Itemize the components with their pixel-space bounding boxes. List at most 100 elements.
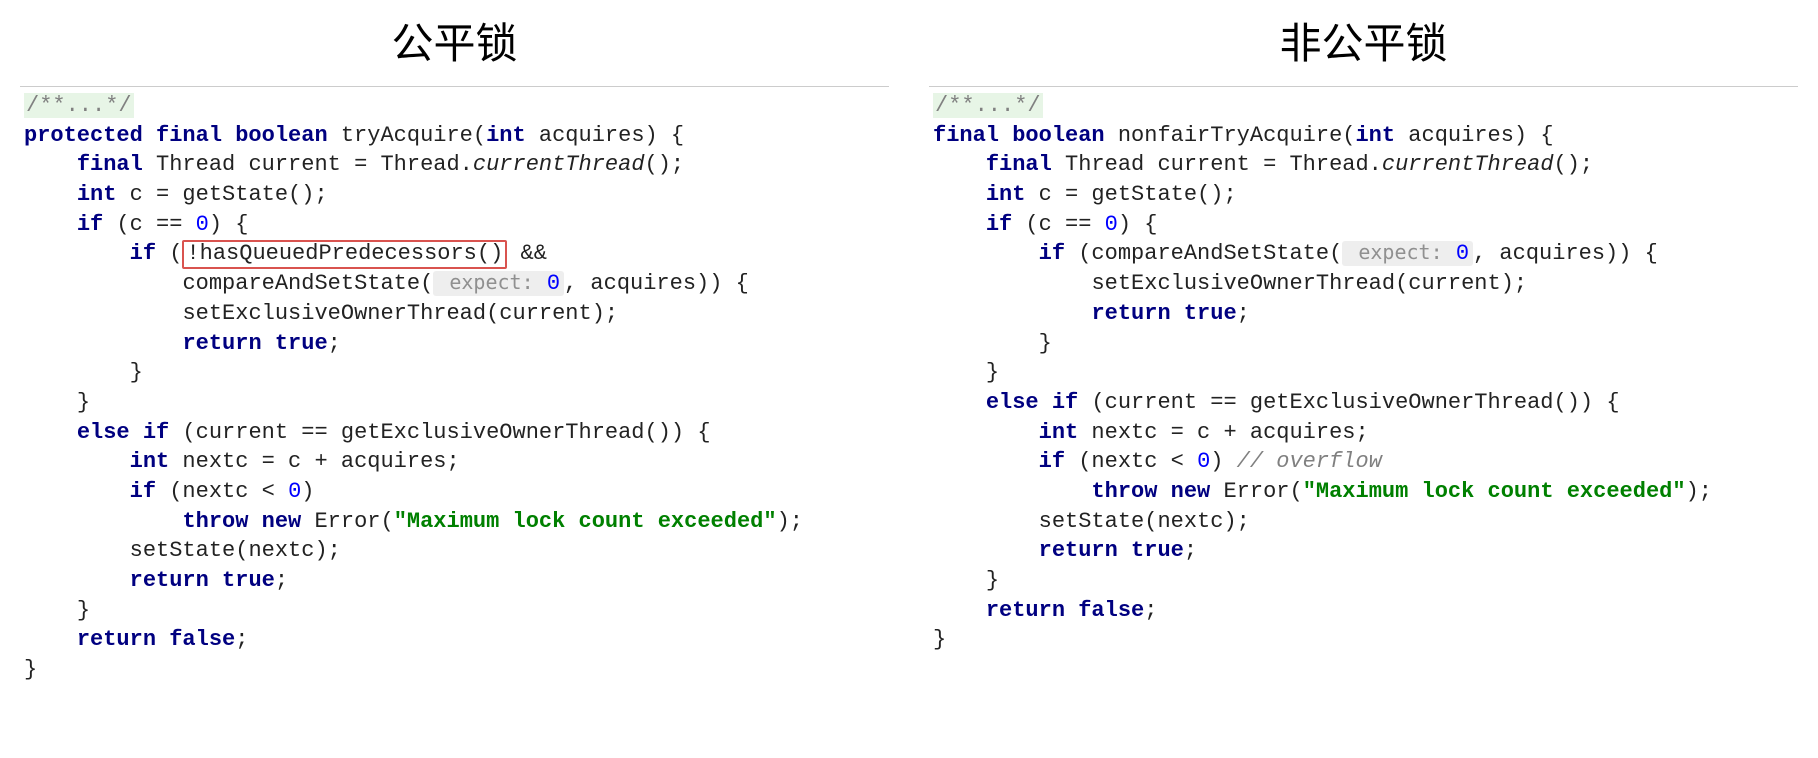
kw-new: new [262, 509, 302, 534]
kw-int: int [77, 182, 117, 207]
kw-else-if: else if [77, 420, 169, 445]
brace-close: } [933, 627, 946, 652]
semi: ; [1144, 598, 1157, 623]
kw-throw: throw [182, 509, 248, 534]
nonfair-lock-code: /**...*/ final boolean nonfairTryAcquire… [929, 87, 1798, 655]
error-msg: "Maximum lock count exceeded" [394, 509, 777, 534]
kw-new: new [1171, 479, 1211, 504]
kw-return3: return [986, 598, 1065, 623]
fair-lock-title: 公平锁 [20, 10, 889, 71]
kw-int2: int [1039, 420, 1079, 445]
kw-final: final [986, 152, 1052, 177]
doc-comment: /**...*/ [933, 93, 1043, 118]
comparison-container: 公平锁 /**...*/ protected final boolean try… [0, 0, 1818, 715]
kw-else-if: else if [986, 390, 1078, 415]
fair-lock-code-block: /**...*/ protected final boolean tryAcqu… [20, 86, 889, 685]
kw-if3: if [1039, 449, 1065, 474]
if2-open: ( [156, 241, 182, 266]
error-close: ); [1686, 479, 1712, 504]
kw-return2: return [1039, 538, 1118, 563]
param-name: acquires) { [526, 123, 684, 148]
kw-if2: if [1039, 241, 1065, 266]
brace-close: } [1039, 331, 1052, 356]
if-cond-open: (c == [1012, 212, 1104, 237]
doc-comment: /**...*/ [24, 93, 134, 118]
else-if-cond: (current == getExclusiveOwnerThread()) { [1078, 390, 1619, 415]
else-if-cond: (current == getExclusiveOwnerThread()) { [169, 420, 710, 445]
if-cond-close: ) { [1118, 212, 1158, 237]
kw-true: true [1184, 301, 1237, 326]
method-modifiers: protected final boolean [24, 123, 328, 148]
if3-open: (nextc < [156, 479, 288, 504]
error-call: Error( [301, 509, 393, 534]
brace-close: } [77, 390, 90, 415]
semi: ; [1237, 301, 1250, 326]
setstate: setState(nextc); [1039, 509, 1250, 534]
nonfair-lock-panel: 非公平锁 /**...*/ final boolean nonfairTryAc… [909, 10, 1818, 715]
set-owner: setExclusiveOwnerThread(current); [1091, 271, 1527, 296]
cas-call: compareAndSetState( [182, 271, 433, 296]
method-name: tryAcquire( [341, 123, 486, 148]
param-hint: expect: 0 [1342, 241, 1473, 266]
brace-close: } [986, 360, 999, 385]
and-op: && [507, 241, 547, 266]
nonfair-lock-code-block: /**...*/ final boolean nonfairTryAcquire… [929, 86, 1798, 655]
kw-if: if [77, 212, 103, 237]
kw-if: if [986, 212, 1012, 237]
nonfair-lock-title: 非公平锁 [929, 10, 1798, 71]
error-close: ); [777, 509, 803, 534]
end-call: (); [1554, 152, 1594, 177]
kw-false: false [169, 627, 235, 652]
brace-close: } [24, 657, 37, 682]
cas-close: , acquires)) { [1473, 241, 1658, 266]
hint-zero: 0 [547, 271, 560, 296]
error-call: Error( [1210, 479, 1302, 504]
method-modifiers: final boolean [933, 123, 1105, 148]
has-queued-predecessors-highlight: !hasQueuedPredecessors() [182, 240, 507, 268]
if2-open: (compareAndSetState( [1065, 241, 1342, 266]
call-currentThread: currentThread [1382, 152, 1554, 177]
hint-label: expect: [437, 270, 533, 294]
kw-return2: return [130, 568, 209, 593]
param-hint: expect: 0 [433, 271, 564, 296]
kw-true: true [275, 331, 328, 356]
if3-close: ) [1210, 449, 1236, 474]
kw-true2: true [222, 568, 275, 593]
kw-int2: int [130, 449, 170, 474]
semi: ; [235, 627, 248, 652]
literal-zero2: 0 [288, 479, 301, 504]
end-call: (); [645, 152, 685, 177]
set-owner: setExclusiveOwnerThread(current); [182, 301, 618, 326]
semi: ; [328, 331, 341, 356]
method-name: nonfairTryAcquire( [1118, 123, 1356, 148]
kw-if3: if [130, 479, 156, 504]
param-type: int [486, 123, 526, 148]
brace-close: } [130, 360, 143, 385]
call-currentThread: currentThread [473, 152, 645, 177]
param-name: acquires) { [1395, 123, 1553, 148]
fair-lock-panel: 公平锁 /**...*/ protected final boolean try… [0, 10, 909, 715]
var-decl: Thread current = Thread. [1052, 152, 1382, 177]
brace-close: } [77, 598, 90, 623]
brace-close: } [986, 568, 999, 593]
if-cond-close: ) { [209, 212, 249, 237]
setstate: setState(nextc); [130, 538, 341, 563]
nextc-decl: nextc = c + acquires; [169, 449, 459, 474]
kw-return3: return [77, 627, 156, 652]
hint-label: expect: [1346, 240, 1442, 264]
getstate: c = getState(); [1025, 182, 1236, 207]
semi: ; [275, 568, 288, 593]
kw-false: false [1078, 598, 1144, 623]
error-msg: "Maximum lock count exceeded" [1303, 479, 1686, 504]
kw-if2: if [130, 241, 156, 266]
param-type: int [1355, 123, 1395, 148]
if-cond-open: (c == [103, 212, 195, 237]
literal-zero: 0 [196, 212, 209, 237]
comment-overflow: // overflow [1237, 449, 1382, 474]
kw-throw: throw [1091, 479, 1157, 504]
kw-true2: true [1131, 538, 1184, 563]
hint-zero: 0 [1456, 241, 1469, 266]
cas-close: , acquires)) { [564, 271, 749, 296]
kw-final: final [77, 152, 143, 177]
if3-open: (nextc < [1065, 449, 1197, 474]
